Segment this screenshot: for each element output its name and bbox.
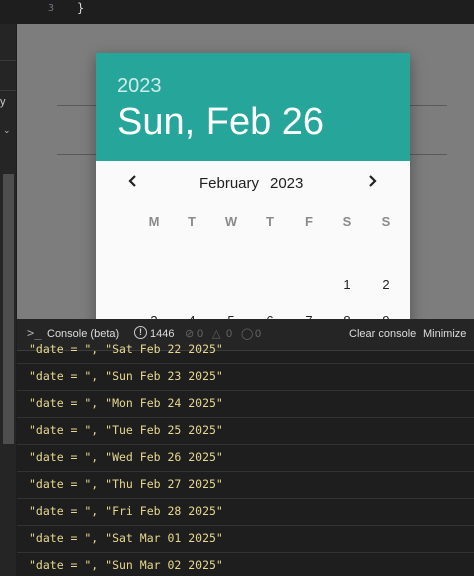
log-entry[interactable]: "date = ", "Sat Mar 01 2025"	[17, 526, 474, 553]
preview-overlay: 2023 Sun, Feb 26 February 2023 M T W T F…	[17, 24, 474, 319]
date-picker-header: 2023 Sun, Feb 26	[96, 53, 410, 161]
log-entry[interactable]: "date = ", "Wed Feb 26 2025"	[17, 445, 474, 472]
console-panel: >_ Console (beta) ! 1446 ⊘ 0 △ 0 ◯ 0 Cle…	[17, 319, 474, 576]
sidebar-scrollbar[interactable]	[3, 174, 14, 444]
chevron-right-icon[interactable]	[360, 171, 384, 195]
code-line[interactable]: }	[77, 1, 84, 15]
log-entry[interactable]: "date = ", "Sun Mar 02 2025"	[17, 553, 474, 576]
log-entry[interactable]: "date = ", "Tue Feb 25 2025"	[17, 418, 474, 445]
log-entry[interactable]: "date = ", "Sat Feb 22 2025"	[17, 337, 474, 364]
log-entry[interactable]: "date = ", "Sun Feb 23 2025"	[17, 364, 474, 391]
sidebar-divider	[0, 90, 16, 91]
date-picker-dialog: 2023 Sun, Feb 26 February 2023 M T W T F…	[96, 53, 410, 319]
line-number: 3	[48, 3, 55, 14]
weekday-label: F	[305, 214, 313, 229]
calendar-day[interactable]: 1	[332, 277, 362, 292]
calendar-year: 2023	[270, 175, 304, 192]
calendar-day[interactable]: 2	[371, 277, 401, 292]
chevron-down-icon[interactable]: ⌄	[3, 126, 11, 136]
log-entry[interactable]: "date = ", "Thu Feb 27 2025"	[17, 472, 474, 499]
weekday-label: S	[381, 214, 391, 229]
left-sidebar: y ⌄	[0, 24, 16, 576]
header-year[interactable]: 2023	[117, 75, 162, 98]
weekday-label: S	[342, 214, 352, 229]
header-selected-date[interactable]: Sun, Feb 26	[117, 101, 324, 144]
calendar-month: February	[199, 175, 260, 192]
log-entry[interactable]: "date = ", "Mon Feb 24 2025"	[17, 391, 474, 418]
sidebar-label-fragment: y	[0, 96, 6, 108]
weekday-label: M	[148, 214, 160, 229]
weekday-label: T	[266, 214, 274, 229]
log-entry[interactable]: "date = ", "Fri Feb 28 2025"	[17, 499, 474, 526]
code-editor-strip: 3 }	[0, 0, 474, 24]
chevron-left-icon[interactable]	[121, 171, 145, 195]
weekday-label: W	[224, 214, 238, 229]
sidebar-divider	[0, 60, 16, 61]
weekday-label: T	[188, 214, 196, 229]
